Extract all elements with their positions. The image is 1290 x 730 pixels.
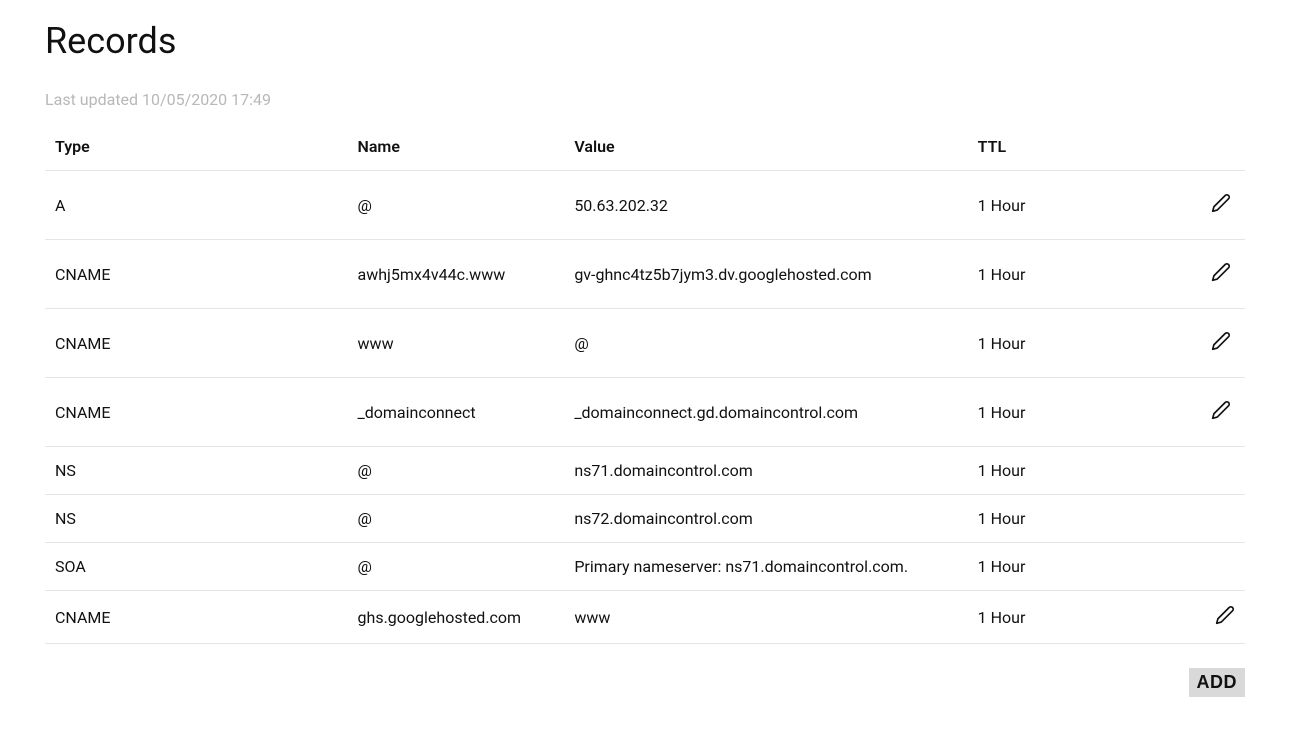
cell-type: CNAME (45, 378, 348, 447)
cell-type: SOA (45, 543, 348, 591)
table-row: CNAMEwww@1 Hour (45, 309, 1245, 378)
table-row: NS@ns72.domaincontrol.com1 Hour (45, 495, 1245, 543)
column-header-edit (1184, 123, 1245, 171)
cell-ttl: 1 Hour (968, 240, 1185, 309)
cell-type: CNAME (45, 309, 348, 378)
cell-value: 50.63.202.32 (564, 171, 967, 240)
cell-edit (1184, 447, 1245, 495)
cell-edit (1184, 495, 1245, 543)
cell-value: gv-ghnc4tz5b7jym3.dv.googlehosted.com (564, 240, 967, 309)
cell-edit (1184, 591, 1245, 644)
cell-name: @ (348, 543, 565, 591)
cell-type: NS (45, 495, 348, 543)
cell-edit (1184, 378, 1245, 447)
edit-icon[interactable] (1211, 331, 1231, 351)
cell-value: www (564, 591, 967, 644)
edit-icon[interactable] (1211, 262, 1231, 282)
cell-ttl: 1 Hour (968, 378, 1185, 447)
cell-value: ns71.domaincontrol.com (564, 447, 967, 495)
cell-value: ns72.domaincontrol.com (564, 495, 967, 543)
cell-type: CNAME (45, 591, 348, 644)
edit-icon[interactable] (1215, 605, 1235, 625)
cell-name: @ (348, 171, 565, 240)
edit-icon[interactable] (1211, 193, 1231, 213)
cell-type: NS (45, 447, 348, 495)
add-record-button[interactable]: ADD (1189, 668, 1246, 697)
column-header-name: Name (348, 123, 565, 171)
cell-value: @ (564, 309, 967, 378)
cell-name: @ (348, 447, 565, 495)
cell-edit (1184, 240, 1245, 309)
cell-name: www (348, 309, 565, 378)
table-row: A@50.63.202.321 Hour (45, 171, 1245, 240)
table-row: NS@ns71.domaincontrol.com1 Hour (45, 447, 1245, 495)
cell-ttl: 1 Hour (968, 171, 1185, 240)
cell-value: Primary nameserver: ns71.domaincontrol.c… (564, 543, 967, 591)
column-header-value: Value (564, 123, 967, 171)
cell-ttl: 1 Hour (968, 591, 1185, 644)
cell-ttl: 1 Hour (968, 543, 1185, 591)
cell-name: awhj5mx4v44c.www (348, 240, 565, 309)
cell-ttl: 1 Hour (968, 447, 1185, 495)
cell-ttl: 1 Hour (968, 495, 1185, 543)
cell-type: CNAME (45, 240, 348, 309)
page-title: Records (45, 20, 1245, 62)
table-header-row: Type Name Value TTL (45, 123, 1245, 171)
cell-type: A (45, 171, 348, 240)
edit-icon[interactable] (1211, 400, 1231, 420)
table-row: SOA@Primary nameserver: ns71.domaincontr… (45, 543, 1245, 591)
cell-ttl: 1 Hour (968, 309, 1185, 378)
column-header-ttl: TTL (968, 123, 1185, 171)
dns-records-table: Type Name Value TTL A@50.63.202.321 Hour… (45, 123, 1245, 644)
cell-edit (1184, 171, 1245, 240)
table-row: CNAMEghs.googlehosted.comwww1 Hour (45, 591, 1245, 644)
cell-name: ghs.googlehosted.com (348, 591, 565, 644)
column-header-type: Type (45, 123, 348, 171)
cell-name: _domainconnect (348, 378, 565, 447)
cell-edit (1184, 543, 1245, 591)
cell-edit (1184, 309, 1245, 378)
cell-name: @ (348, 495, 565, 543)
table-row: CNAME_domainconnect_domainconnect.gd.dom… (45, 378, 1245, 447)
cell-value: _domainconnect.gd.domaincontrol.com (564, 378, 967, 447)
table-row: CNAMEawhj5mx4v44c.wwwgv-ghnc4tz5b7jym3.d… (45, 240, 1245, 309)
last-updated-text: Last updated 10/05/2020 17:49 (45, 90, 1245, 109)
